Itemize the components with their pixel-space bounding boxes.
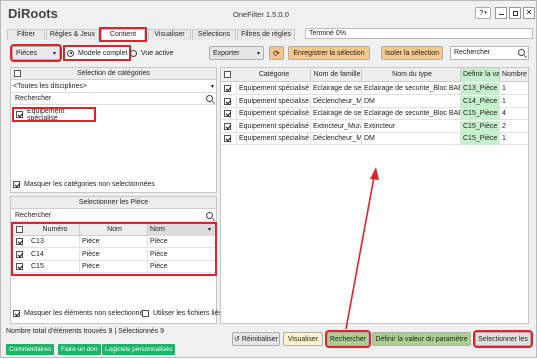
app-window: DiRoots OneFilter 1.5.0.0 ? ▾ ✕ Filtrer R… <box>0 0 537 358</box>
annotation-arrow <box>345 167 379 330</box>
